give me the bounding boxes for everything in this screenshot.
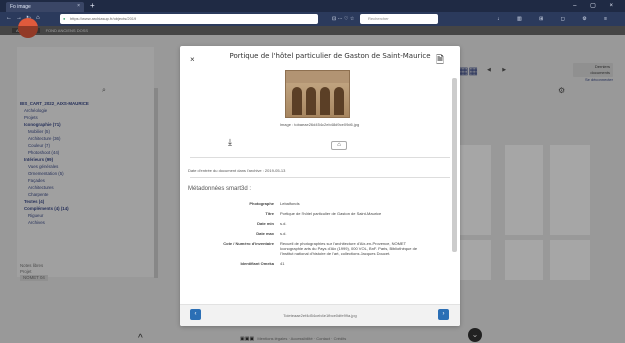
metadata-key: Date min: [257, 221, 274, 226]
footer-filename: Toieteaae2ef4d54ceb4e1fbce0dfe99a.jpg: [283, 313, 357, 318]
metadata-value: Portique de l'hôtel particulier de Gasto…: [280, 211, 382, 216]
metadata-key: Photographe: [249, 201, 274, 206]
home-icon[interactable]: ⌂: [36, 15, 40, 21]
extension-icons[interactable]: ↓ ▥ ⊞ ◻ ⚙ ≡: [497, 16, 615, 22]
modal-scrollbar[interactable]: [452, 78, 457, 252]
divider: [190, 177, 450, 178]
metadata-row: Photographe Lebalfonds: [190, 201, 440, 206]
view-button[interactable]: ⌂: [331, 141, 347, 150]
tab-close-icon[interactable]: ×: [77, 3, 80, 9]
metadata-row: Cote / Numéro d'inventaire Recueil de pho…: [190, 241, 440, 256]
document-icon[interactable]: 🗎: [436, 53, 444, 70]
metadata-section-title: Métadonnées smart3d :: [188, 186, 252, 192]
download-icon[interactable]: ⤓: [228, 137, 232, 148]
new-tab-button[interactable]: +: [90, 1, 95, 10]
back-icon[interactable]: ←: [6, 15, 12, 21]
address-bar[interactable]: ● https://www.archiasup.fr/objects/2019: [60, 14, 318, 24]
close-icon[interactable]: ×: [190, 55, 195, 64]
tab-title: Fo image: [10, 4, 31, 10]
metadata-key: Date max: [256, 231, 274, 236]
metadata-key: Identifiant Omeka: [240, 261, 274, 266]
metadata-value: Lebalfonds: [280, 201, 300, 206]
photo-arch: [292, 87, 302, 115]
image-detail-modal: × Portique de l'hôtel particulier de Gas…: [180, 46, 460, 326]
address-actions[interactable]: ⊡ ··· ♡ ☆: [332, 16, 354, 22]
metadata-row: Identifiant Omeka 41: [190, 261, 440, 266]
window-controls[interactable]: – ▢ ×: [573, 2, 619, 9]
photo-arch: [306, 87, 316, 115]
entry-date-text: Date d'entrée du document dans l'archive…: [188, 168, 286, 173]
previous-button[interactable]: ‹: [190, 309, 201, 320]
next-button[interactable]: ›: [438, 309, 449, 320]
browser-toolbar: ← → ↻ ⌂ ● https://www.archiasup.fr/objec…: [0, 12, 625, 26]
modal-title: Portique de l'hôtel particulier de Gasto…: [229, 52, 431, 60]
metadata-row: Date min s.d.: [190, 221, 440, 226]
search-placeholder: Rechercher: [368, 16, 389, 21]
divider: [190, 157, 450, 158]
lock-icon: ●: [63, 16, 66, 21]
browser-tab-bar: Fo image × + – ▢ ×: [0, 0, 625, 12]
metadata-value: s.d.: [280, 231, 287, 236]
address-text: https://www.archiasup.fr/objects/2019: [70, 16, 137, 21]
browser-tab[interactable]: Fo image ×: [6, 2, 84, 12]
metadata-row: Titre Portique de l'hôtel particulier de …: [190, 211, 440, 216]
photo-arch: [320, 87, 330, 115]
metadata-key: Titre: [265, 211, 274, 216]
metadata-value: 41: [280, 261, 285, 266]
browser-search-input[interactable]: Rechercher: [360, 14, 438, 24]
metadata-value: s.d.: [280, 221, 287, 226]
modal-footer: ‹ Toieteaae2ef4d54ceb4e1fbce0dfe99a.jpg …: [180, 304, 460, 326]
metadata-table: Photographe Lebalfonds Titre Portique de l'…: [190, 201, 440, 271]
metadata-row: Date max s.d.: [190, 231, 440, 236]
artwork-photo[interactable]: [285, 70, 350, 118]
metadata-key: Cote / Numéro d'inventaire: [223, 241, 274, 246]
image-caption: Image : tobaeae26d454c2eb48d9ce09d6.jpg: [279, 122, 360, 127]
photo-roof: [286, 71, 349, 83]
metadata-value: Recueil de photographies sur l'architect…: [280, 241, 418, 256]
photo-arch: [334, 87, 344, 115]
